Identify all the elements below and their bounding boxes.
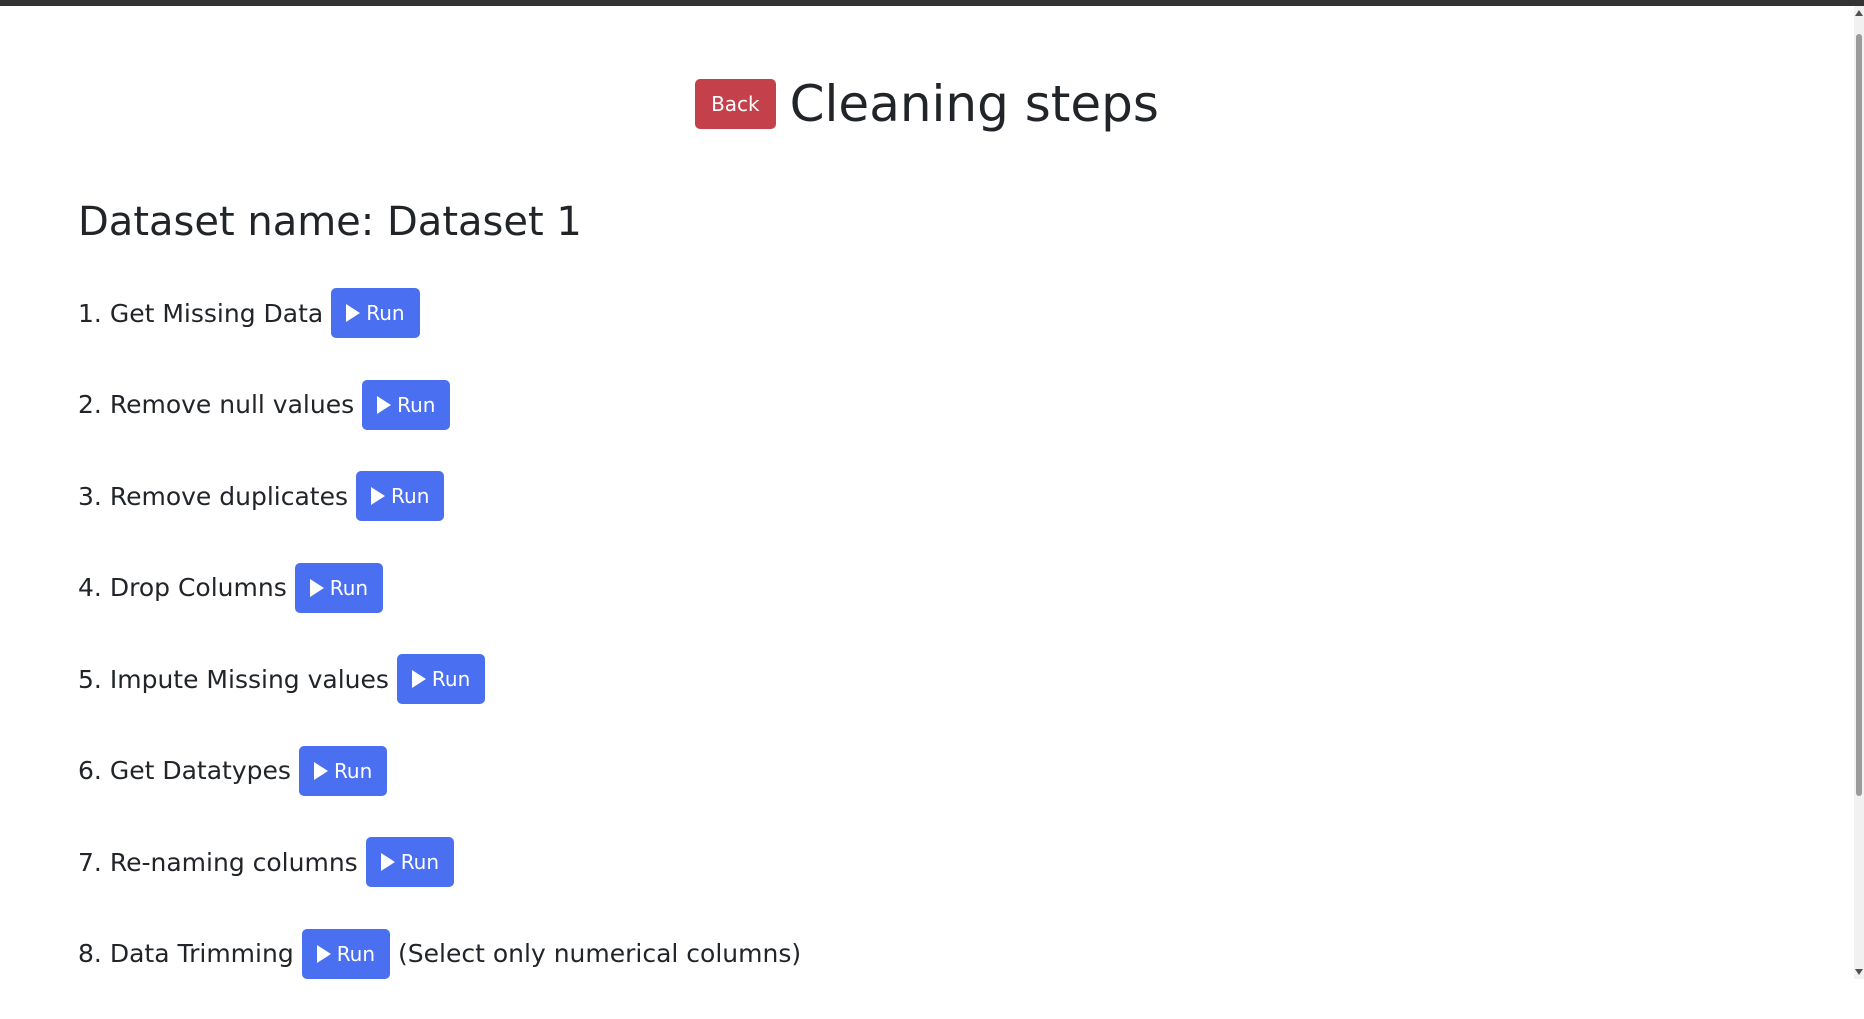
run-button-data-trimming[interactable]: Run	[301, 928, 391, 979]
step-label: Get Missing Data	[109, 298, 324, 328]
step-remove-null-values: 2. Remove null values Run	[78, 379, 801, 431]
cleaning-steps-list: 1. Get Missing Data Run 2. Remove null v…	[78, 287, 801, 1019]
step-get-missing-data: 1. Get Missing Data Run	[78, 287, 801, 339]
play-icon	[346, 304, 361, 322]
scroll-down-arrow-icon[interactable]	[1855, 969, 1863, 975]
step-impute-missing-values: 5. Impute Missing values Run	[78, 653, 801, 705]
step-label: Re-naming columns	[109, 847, 358, 877]
step-number: 3.	[78, 481, 102, 511]
run-button-label: Run	[400, 850, 440, 874]
step-drop-columns: 4. Drop Columns Run	[78, 562, 801, 614]
step-label: Remove duplicates	[109, 481, 349, 511]
run-button-label: Run	[366, 301, 405, 325]
step-number: 7.	[78, 847, 102, 877]
vertical-scrollbar[interactable]	[1854, 6, 1864, 979]
run-button-remove-null-values[interactable]: Run	[362, 379, 451, 430]
run-button-get-datatypes[interactable]: Run	[298, 745, 388, 796]
step-label: Data Trimming	[109, 939, 294, 968]
step-number: 1.	[78, 298, 102, 328]
step-label: Remove null values	[109, 390, 355, 419]
run-button-drop-columns[interactable]: Run	[294, 562, 384, 613]
run-button-label: Run	[397, 392, 436, 417]
step-label: Drop Columns	[109, 573, 287, 602]
page-title: Cleaning steps	[789, 75, 1159, 133]
run-button-get-missing-data[interactable]: Run	[331, 288, 420, 338]
run-button-impute-missing-values[interactable]: Run	[396, 654, 486, 704]
scrollbar-thumb[interactable]	[1856, 34, 1862, 796]
step-number: 4.	[78, 573, 102, 602]
step-get-datatypes: 6. Get Datatypes Run	[78, 745, 801, 797]
run-button-label: Run	[333, 758, 373, 783]
play-icon	[371, 487, 386, 505]
play-icon	[380, 853, 395, 871]
back-button[interactable]: Back	[695, 79, 776, 129]
page-header: Back Cleaning steps	[0, 72, 1854, 136]
step-number: 6.	[78, 756, 102, 785]
step-label: Get Datatypes	[109, 756, 291, 785]
step-data-trimming: 8. Data Trimming Run (Select only numeri…	[78, 928, 801, 980]
run-button-label: Run	[329, 575, 369, 600]
step-number: 5.	[78, 664, 102, 694]
dataset-name-value: Dataset 1	[387, 199, 582, 245]
step-remove-duplicates: 3. Remove duplicates Run	[78, 470, 801, 522]
run-button-label: Run	[391, 484, 430, 508]
step-number: 8.	[78, 939, 102, 968]
scroll-up-arrow-icon[interactable]	[1855, 10, 1863, 16]
play-icon	[316, 944, 331, 963]
play-icon	[313, 761, 328, 780]
play-icon	[377, 395, 392, 414]
play-icon	[309, 578, 324, 597]
step-number: 2.	[78, 390, 102, 419]
run-button-renaming-columns[interactable]: Run	[365, 837, 455, 887]
run-button-label: Run	[431, 667, 471, 691]
step-note: (Select only numerical columns)	[398, 939, 802, 968]
dataset-name-label: Dataset name:	[78, 199, 375, 245]
run-button-remove-duplicates[interactable]: Run	[356, 471, 445, 521]
step-renaming-columns: 7. Re-naming columns Run	[78, 836, 801, 888]
step-label: Impute Missing values	[109, 664, 389, 694]
run-button-label: Run	[336, 941, 376, 966]
play-icon	[411, 670, 426, 688]
dataset-heading: Dataset name: Dataset 1	[78, 196, 582, 248]
